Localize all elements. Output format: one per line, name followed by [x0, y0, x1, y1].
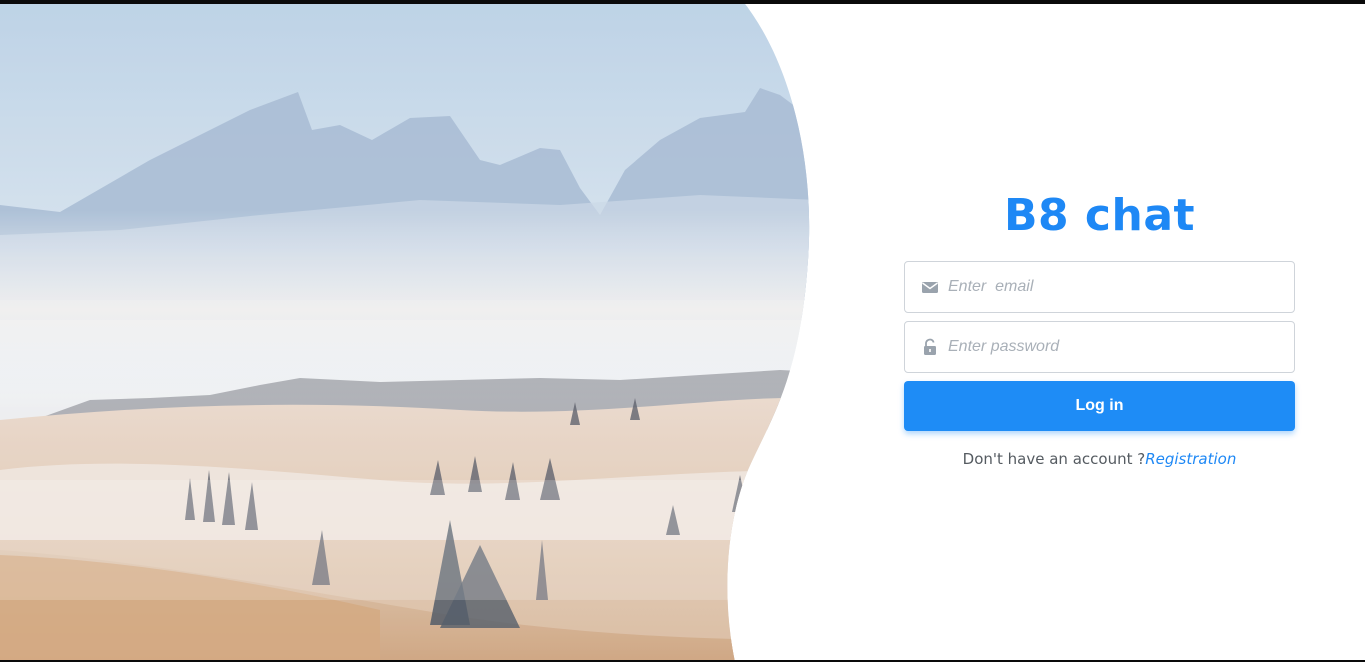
password-input[interactable]	[948, 322, 1278, 372]
registration-link[interactable]: Registration	[1145, 450, 1236, 468]
password-field[interactable]	[904, 321, 1295, 373]
lock-icon	[921, 338, 939, 356]
email-input[interactable]	[948, 262, 1278, 312]
login-panel: B8 chat Log in Don't have an	[904, 190, 1295, 468]
login-button[interactable]: Log in	[904, 381, 1295, 431]
email-field[interactable]	[904, 261, 1295, 313]
brand-title: B8 chat	[1003, 190, 1196, 241]
register-row: Don't have an account ?Registration	[904, 450, 1295, 468]
envelope-icon	[921, 278, 939, 296]
login-page: B8 chat Log in Don't have an	[0, 0, 1365, 662]
register-prompt: Don't have an account ?	[962, 450, 1146, 468]
window-top-border	[0, 0, 1365, 4]
